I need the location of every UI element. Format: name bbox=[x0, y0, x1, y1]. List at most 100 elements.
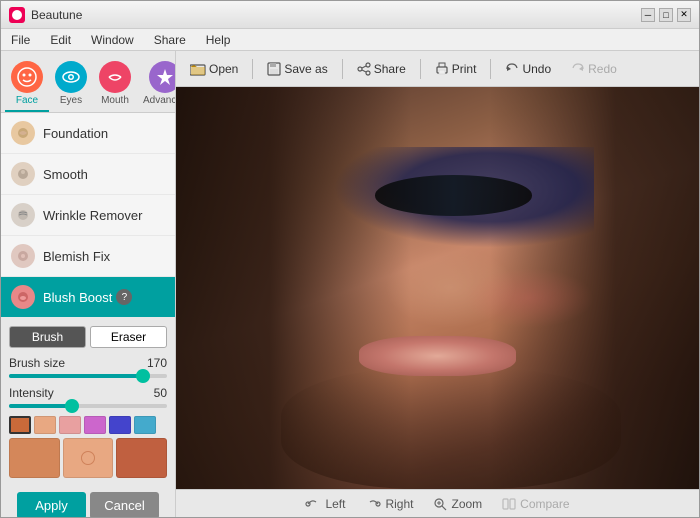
toolbar-sep-2 bbox=[342, 59, 343, 79]
toolbar-sep-1 bbox=[252, 59, 253, 79]
tab-face[interactable]: Face bbox=[5, 57, 49, 112]
blush-help-badge[interactable]: ? bbox=[116, 289, 132, 305]
swatch-pink[interactable] bbox=[59, 416, 81, 434]
apply-cancel-row: Apply Cancel bbox=[9, 486, 167, 517]
intensity-thumb[interactable] bbox=[65, 399, 79, 413]
swatch-peach[interactable] bbox=[34, 416, 56, 434]
brush-button[interactable]: Brush bbox=[9, 326, 86, 348]
zoom-button[interactable]: Zoom bbox=[433, 497, 482, 511]
tab-advanced-label: Advanced bbox=[143, 95, 176, 106]
close-button[interactable]: ✕ bbox=[677, 8, 691, 22]
toolbar: Open Save as Share Print bbox=[176, 51, 699, 87]
title-bar: Beautune ─ □ ✕ bbox=[1, 1, 699, 29]
menu-share[interactable]: Share bbox=[148, 31, 192, 49]
zoom-icon bbox=[433, 497, 447, 511]
wrinkle-label: Wrinkle Remover bbox=[43, 208, 142, 223]
print-button[interactable]: Print bbox=[429, 59, 483, 79]
swatch-orange[interactable] bbox=[9, 416, 31, 434]
brush-size-slider[interactable] bbox=[9, 374, 167, 378]
minimize-button[interactable]: ─ bbox=[641, 8, 655, 22]
sidebar-item-wrinkle-remover[interactable]: Wrinkle Remover bbox=[1, 195, 175, 236]
main-window: Beautune ─ □ ✕ File Edit Window Share He… bbox=[0, 0, 700, 518]
toolbar-sep-4 bbox=[490, 59, 491, 79]
sidebar-item-smooth[interactable]: Smooth bbox=[1, 154, 175, 195]
apply-button[interactable]: Apply bbox=[17, 492, 86, 517]
blush-boost-icon bbox=[11, 285, 35, 309]
chin-shadow bbox=[281, 368, 621, 489]
brush-size-label: Brush size bbox=[9, 356, 65, 370]
zoom-label: Zoom bbox=[451, 497, 482, 511]
face-tab-icon bbox=[11, 61, 43, 93]
tab-eyes-label: Eyes bbox=[60, 95, 82, 106]
large-swatch-left[interactable] bbox=[9, 438, 60, 478]
compare-icon bbox=[502, 497, 516, 511]
open-icon bbox=[190, 62, 206, 76]
swatch-cyan[interactable] bbox=[134, 416, 156, 434]
large-swatch-right[interactable] bbox=[116, 438, 167, 478]
undo-icon bbox=[505, 62, 519, 76]
menu-window[interactable]: Window bbox=[85, 31, 140, 49]
tab-face-label: Face bbox=[16, 95, 38, 106]
left-button[interactable]: Left bbox=[305, 497, 345, 511]
menu-help[interactable]: Help bbox=[200, 31, 237, 49]
share-button[interactable]: Share bbox=[351, 59, 412, 79]
print-icon bbox=[435, 62, 449, 76]
swatch-purple[interactable] bbox=[84, 416, 106, 434]
app-icon bbox=[9, 7, 25, 23]
tab-mouth[interactable]: Mouth bbox=[93, 57, 137, 112]
large-swatch-row bbox=[9, 438, 167, 478]
sidebar-item-blush-boost[interactable]: Blush Boost ? bbox=[1, 277, 175, 318]
mouth-tab-icon bbox=[99, 61, 131, 93]
redo-button[interactable]: Redo bbox=[565, 59, 623, 79]
window-title: Beautune bbox=[31, 8, 641, 22]
open-button[interactable]: Open bbox=[184, 59, 244, 79]
sidebar-item-blemish-fix[interactable]: Blemish Fix bbox=[1, 236, 175, 277]
cancel-button[interactable]: Cancel bbox=[90, 492, 159, 517]
sidebar-item-foundation[interactable]: Foundation bbox=[1, 113, 175, 154]
right-button[interactable]: Right bbox=[365, 497, 413, 511]
content-area: Open Save as Share Print bbox=[176, 51, 699, 517]
blush-label: Blush Boost bbox=[43, 290, 112, 305]
menu-file[interactable]: File bbox=[5, 31, 36, 49]
undo-button[interactable]: Undo bbox=[499, 59, 557, 79]
maximize-button[interactable]: □ bbox=[659, 8, 673, 22]
brush-size-row: Brush size 170 bbox=[9, 356, 167, 370]
compare-button[interactable]: Compare bbox=[502, 497, 569, 511]
brush-size-value: 170 bbox=[137, 356, 167, 370]
menu-edit[interactable]: Edit bbox=[44, 31, 77, 49]
brush-size-thumb[interactable] bbox=[136, 369, 150, 383]
toolbar-sep-3 bbox=[420, 59, 421, 79]
main-content: Face Eyes Mouth bbox=[1, 51, 699, 517]
left-icon bbox=[305, 497, 321, 511]
open-label: Open bbox=[209, 62, 238, 76]
sidebar: Face Eyes Mouth bbox=[1, 51, 176, 517]
right-label: Right bbox=[385, 497, 413, 511]
eraser-button[interactable]: Eraser bbox=[90, 326, 167, 348]
swatch-blue[interactable] bbox=[109, 416, 131, 434]
foundation-label: Foundation bbox=[43, 126, 108, 141]
brush-size-fill bbox=[9, 374, 143, 378]
advanced-tab-icon bbox=[149, 61, 176, 93]
foundation-icon bbox=[11, 121, 35, 145]
save-icon bbox=[267, 62, 281, 76]
window-controls: ─ □ ✕ bbox=[641, 8, 691, 22]
smooth-label: Smooth bbox=[43, 167, 88, 182]
share-icon bbox=[357, 62, 371, 76]
image-area bbox=[176, 87, 699, 489]
menu-bar: File Edit Window Share Help bbox=[1, 29, 699, 51]
wrinkle-remover-icon bbox=[11, 203, 35, 227]
face-tabs: Face Eyes Mouth bbox=[1, 51, 175, 113]
tab-mouth-label: Mouth bbox=[101, 95, 129, 106]
tab-advanced[interactable]: Advanced bbox=[137, 57, 176, 112]
eye-detail bbox=[375, 175, 532, 215]
intensity-label: Intensity bbox=[9, 386, 54, 400]
print-label: Print bbox=[452, 62, 477, 76]
tab-eyes[interactable]: Eyes bbox=[49, 57, 93, 112]
blemish-label: Blemish Fix bbox=[43, 249, 110, 264]
save-as-button[interactable]: Save as bbox=[261, 59, 333, 79]
large-swatch-mid[interactable] bbox=[63, 438, 114, 478]
portrait-container bbox=[176, 87, 699, 489]
intensity-slider[interactable] bbox=[9, 404, 167, 408]
blush-panel: Brush Eraser Brush size 170 Intensity 50 bbox=[1, 318, 175, 517]
brush-eraser-toggle: Brush Eraser bbox=[9, 326, 167, 348]
